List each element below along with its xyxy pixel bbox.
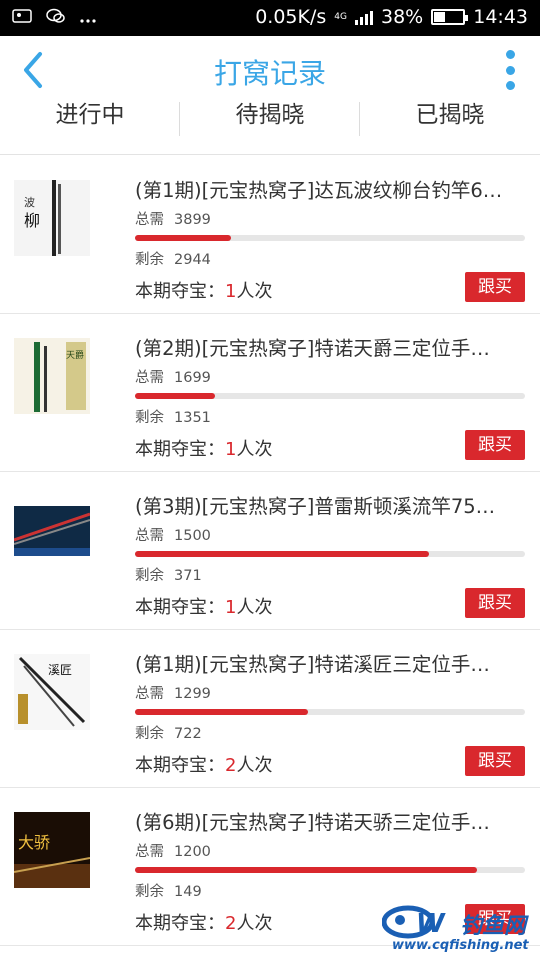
follow-buy-button[interactable]: 跟买	[465, 588, 525, 618]
clock: 14:43	[473, 6, 528, 28]
product-thumbnail: 溪匠	[14, 654, 90, 730]
list-item[interactable]: 天爵 (第2期)[元宝热窝子]特诺天爵三定位手… 总需 1699 剩余 1351 本…	[0, 314, 540, 472]
wechat-icon	[46, 8, 66, 28]
remaining: 剩余 1351	[135, 410, 211, 426]
progress-bar	[135, 393, 525, 399]
progress-bar	[135, 551, 525, 557]
prize-info: 本期夺宝：1人次	[135, 597, 273, 618]
battery-icon	[431, 9, 469, 25]
prize-info: 本期夺宝：2人次	[135, 755, 273, 776]
product-thumbnail: 波柳	[14, 180, 90, 256]
prize-info: 本期夺宝：1人次	[135, 281, 273, 302]
product-thumbnail: 天爵	[14, 338, 90, 414]
product-thumbnail	[13, 496, 91, 572]
item-title: (第3期)[元宝热窝子]普雷斯顿溪流竿75…	[135, 495, 496, 518]
signal-icon	[355, 9, 373, 25]
image-icon	[12, 8, 32, 28]
follow-buy-button[interactable]: 跟买	[465, 272, 525, 302]
svg-text:天爵: 天爵	[66, 349, 84, 361]
progress-bar	[135, 867, 525, 873]
item-title: (第1期)[元宝热窝子]特诺溪匠三定位手…	[135, 653, 490, 676]
more-dots-icon	[80, 9, 96, 28]
watermark: W 钓鱼网 www.cqfishing.net	[381, 902, 537, 958]
tab-in-progress[interactable]: 进行中	[0, 94, 180, 140]
fish-logo-icon: W	[381, 902, 452, 942]
status-bar: 0.05K/s 4G 38% 14:43	[0, 0, 540, 36]
tab-revealed[interactable]: 已揭晓	[360, 94, 540, 140]
list-item[interactable]: 溪匠 (第1期)[元宝热窝子]特诺溪匠三定位手… 总需 1299 剩余 722 本期…	[0, 630, 540, 788]
tab-bar: 进行中 待揭晓 已揭晓	[0, 94, 540, 155]
prize-info: 本期夺宝：2人次	[135, 913, 273, 934]
item-title: (第6期)[元宝热窝子]特诺天骄三定位手…	[135, 811, 490, 834]
follow-buy-button[interactable]: 跟买	[465, 430, 525, 460]
vertical-dots-icon[interactable]	[504, 50, 516, 90]
remaining: 剩余 149	[135, 884, 202, 900]
item-title: (第1期)[元宝热窝子]达瓦波纹柳台钓竿6…	[135, 179, 503, 202]
total-need: 总需 1500	[135, 528, 211, 544]
svg-text:大骄: 大骄	[18, 833, 50, 852]
progress-bar	[135, 235, 525, 241]
list-item[interactable]: (第3期)[元宝热窝子]普雷斯顿溪流竿75… 总需 1500 剩余 371 本期夺宝…	[0, 472, 540, 630]
page-title: 打窝记录	[213, 57, 326, 90]
remaining: 剩余 722	[135, 726, 202, 742]
item-title: (第2期)[元宝热窝子]特诺天爵三定位手…	[135, 337, 490, 360]
remaining: 剩余 371	[135, 568, 202, 584]
list-item[interactable]: 波柳 (第1期)[元宝热窝子]达瓦波纹柳台钓竿6… 总需 3899 剩余 2944 …	[0, 156, 540, 314]
remaining: 剩余 2944	[135, 252, 211, 268]
watermark-name: 钓鱼网	[460, 914, 527, 939]
total-need: 总需 1299	[135, 686, 211, 702]
total-need: 总需 1699	[135, 370, 211, 386]
svg-text:W: W	[416, 909, 446, 939]
tab-pending[interactable]: 待揭晓	[180, 94, 360, 140]
app-header: 打窝记录	[0, 36, 540, 102]
watermark-url: www.cqfishing.net	[392, 938, 529, 953]
prize-info: 本期夺宝：1人次	[135, 439, 273, 460]
progress-bar	[135, 709, 525, 715]
follow-buy-button[interactable]: 跟买	[465, 746, 525, 776]
total-need: 总需 1200	[135, 844, 211, 860]
battery-percent: 38%	[381, 6, 424, 28]
network-speed: 0.05K/s	[255, 6, 327, 28]
record-list: 波柳 (第1期)[元宝热窝子]达瓦波纹柳台钓竿6… 总需 3899 剩余 2944 …	[0, 156, 540, 946]
product-thumbnail: 大骄	[13, 812, 91, 888]
network-type: 4G	[334, 11, 347, 22]
svg-text:波: 波	[24, 196, 35, 209]
total-need: 总需 3899	[135, 212, 211, 228]
svg-text:柳: 柳	[24, 211, 40, 230]
svg-text:溪匠: 溪匠	[48, 663, 72, 677]
